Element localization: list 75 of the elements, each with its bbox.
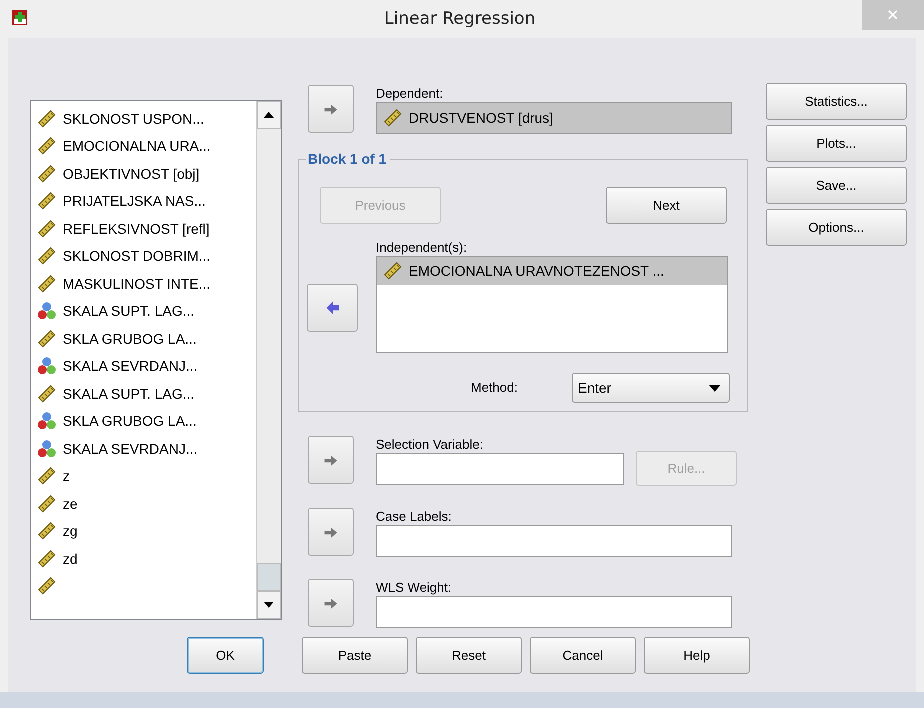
list-item[interactable]: SKLONOST USPON... [63,110,204,127]
ruler-icon [37,466,57,486]
input-field[interactable] [376,453,624,485]
ruler-icon [37,274,57,294]
ruler-icon [37,576,57,596]
scroll-up-icon[interactable] [257,101,281,129]
arrow-button[interactable] [308,436,354,484]
app-icon [12,10,28,26]
field-label: Selection Variable: [376,437,484,453]
balls-icon [37,356,57,376]
scroll-thumb[interactable] [257,563,281,591]
arrow-button[interactable] [308,508,354,556]
ruler-icon [37,136,57,156]
arrow-button[interactable] [307,284,358,332]
dialog-button[interactable]: Help [644,637,750,674]
input-field[interactable] [376,596,732,628]
arrow-button[interactable] [308,85,354,133]
field-label: Dependent: [376,86,444,102]
list-item[interactable]: SKLONOST DOBRIM... [63,248,211,264]
ruler-icon [37,246,57,266]
dialog-button[interactable]: Cancel [530,637,636,674]
list-item[interactable]: SKALA SUPT. LAG... [63,386,195,402]
list-item[interactable]: SKALA SEVRDANJ... [63,358,198,374]
arrow-button[interactable] [308,579,354,627]
list-item[interactable]: z [63,468,70,484]
field-label: WLS Weight: [376,580,453,596]
caret-icon [709,384,721,392]
dialog-button[interactable]: Options... [766,209,907,246]
field-label: Independent(s): [376,240,468,256]
list-item[interactable]: EMOCIONALNA URA... [63,138,211,154]
ruler-icon [37,384,57,404]
ruler-icon [37,328,57,349]
list-item[interactable]: SKALA SEVRDANJ... [63,440,198,457]
ruler-icon [37,548,57,569]
list-item[interactable]: SKALA SUPT. LAG... [63,303,195,320]
dialog-button[interactable]: Save... [766,167,907,204]
dialog-button[interactable]: Plots... [766,125,907,162]
list-item[interactable]: EMOCIONALNA URAVNOTEZENOST ... [377,257,727,285]
scroll-down-icon[interactable] [257,591,281,619]
close-icon [888,10,898,20]
list-item[interactable]: OBJEKTIVNOST [obj] [63,166,200,182]
ruler-icon [37,218,57,239]
method-dropdown[interactable]: Enter [572,373,730,403]
ruler-icon [383,108,403,128]
next-button[interactable]: Next [606,187,727,224]
dialog-button[interactable]: Reset [416,637,522,674]
ruler-icon [37,521,57,542]
balls-icon [37,411,57,432]
variable-list[interactable] [30,100,282,620]
dialog-button[interactable]: Statistics... [766,83,907,120]
dialog-button[interactable]: Paste [302,637,408,674]
list-item[interactable]: ze [63,496,78,512]
list-item[interactable]: SKLA GRUBOG LA... [63,413,197,430]
field-label: Method: [471,380,519,396]
dependent-field[interactable]: DRUSTVENOST [drus] [376,102,732,134]
balls-icon [37,438,57,459]
list-item[interactable]: MASKULINOST INTE... [63,276,211,292]
balls-icon [37,301,57,322]
list-item[interactable]: PRIJATELJSKA NAS... [63,193,206,210]
ruler-icon [383,261,403,281]
list-item[interactable]: zg [63,523,78,540]
ruler-icon [37,494,57,514]
dialog-button[interactable]: OK [187,637,264,674]
scrollbar[interactable] [256,101,281,619]
ruler-icon [37,164,57,184]
ruler-icon [37,191,57,212]
independents-list[interactable]: EMOCIONALNA URAVNOTEZENOST ... [376,256,728,353]
list-item[interactable]: REFLEKSIVNOST [refl] [63,220,210,237]
input-field[interactable] [376,525,732,557]
field-value: DRUSTVENOST [drus] [409,110,554,126]
ruler-icon [37,108,57,129]
window-title: Linear Regression [383,9,537,29]
list-item[interactable]: zd [63,550,78,567]
field-label: Case Labels: [376,509,453,525]
list-item[interactable]: SKLA GRUBOG LA... [63,330,197,347]
